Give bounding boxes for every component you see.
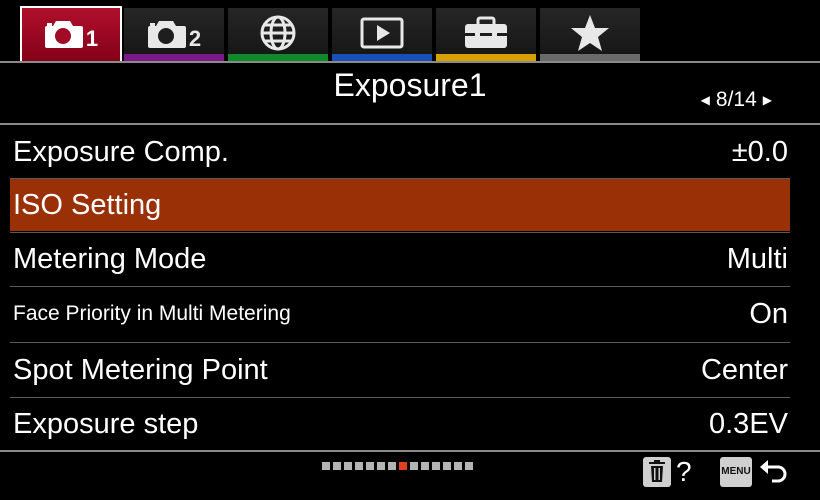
tab-playback[interactable]	[332, 8, 434, 62]
camera-icon	[147, 21, 186, 48]
page-dot	[432, 462, 440, 470]
page-dot	[443, 462, 451, 470]
footer-divider	[0, 450, 820, 452]
menu-item-label: Exposure Comp.	[13, 135, 229, 168]
menu-item-label: ISO Setting	[13, 188, 162, 221]
page-dot	[410, 462, 418, 470]
page-next-icon[interactable]: ▶	[763, 93, 772, 107]
page-dot	[388, 462, 396, 470]
delete-help-hint: ?	[642, 455, 692, 489]
tab-setup[interactable]	[436, 8, 538, 62]
menu-item-value: Center	[700, 353, 788, 386]
page-counter-text: 8/14	[715, 88, 757, 111]
tab-shooting-2[interactable]: 2	[124, 8, 226, 62]
tab-bar: 1 2	[0, 0, 820, 62]
menu-button-icon: MENU	[720, 457, 752, 487]
tab-number: 2	[188, 26, 202, 51]
menu-item-exposure-comp[interactable]: Exposure Comp. ±0.0	[10, 126, 790, 178]
menu-item-label: Spot Metering Point	[13, 353, 268, 386]
play-icon	[360, 17, 404, 49]
page-dot	[355, 462, 363, 470]
menu-item-exposure-step[interactable]: Exposure step 0.3EV	[10, 398, 790, 450]
page-dot	[333, 462, 341, 470]
menu-item-metering-mode[interactable]: Metering Mode Multi	[10, 233, 790, 285]
globe-icon	[260, 15, 296, 51]
header-divider	[0, 123, 820, 125]
menu-item-label: Face Priority in Multi Metering	[13, 302, 291, 325]
row-divider	[10, 342, 790, 343]
menu-item-value: On	[749, 297, 788, 330]
menu-back-hint: MENU	[720, 455, 788, 489]
menu-item-label: Metering Mode	[13, 242, 207, 275]
tab-shooting-1[interactable]: 1	[20, 6, 122, 62]
camera-icon	[44, 21, 83, 48]
page-dot	[366, 462, 374, 470]
menu-item-face-priority[interactable]: Face Priority in Multi Metering On	[10, 288, 790, 340]
trash-icon	[643, 457, 671, 487]
return-arrow-icon	[760, 460, 787, 483]
page-dot	[454, 462, 462, 470]
page-dot	[322, 462, 330, 470]
page-counter[interactable]: ◀ 8/14 ▶	[701, 88, 772, 112]
menu-item-value: Multi	[726, 242, 788, 275]
page-dot-current	[399, 462, 407, 470]
page-dot	[344, 462, 352, 470]
page-dot	[421, 462, 429, 470]
help-question-mark: ?	[676, 456, 692, 487]
page-title: Exposure1	[333, 67, 487, 103]
row-divider	[10, 286, 790, 287]
tab-my-menu[interactable]	[540, 8, 642, 62]
tab-network[interactable]	[228, 8, 330, 62]
page-dot	[377, 462, 385, 470]
page-indicator	[322, 462, 473, 470]
page-prev-icon[interactable]: ◀	[701, 93, 710, 107]
toolbox-icon	[465, 16, 507, 48]
menu-item-spot-metering-point[interactable]: Spot Metering Point Center	[10, 344, 790, 396]
star-icon	[571, 15, 609, 51]
menu-item-value: ±0.0	[731, 135, 788, 168]
tab-number: 1	[85, 26, 99, 51]
menu-item-label: Exposure step	[13, 407, 199, 440]
page-dot	[465, 462, 473, 470]
menu-item-value: 0.3EV	[709, 407, 788, 440]
menu-item-iso-setting[interactable]: ISO Setting	[10, 179, 790, 231]
